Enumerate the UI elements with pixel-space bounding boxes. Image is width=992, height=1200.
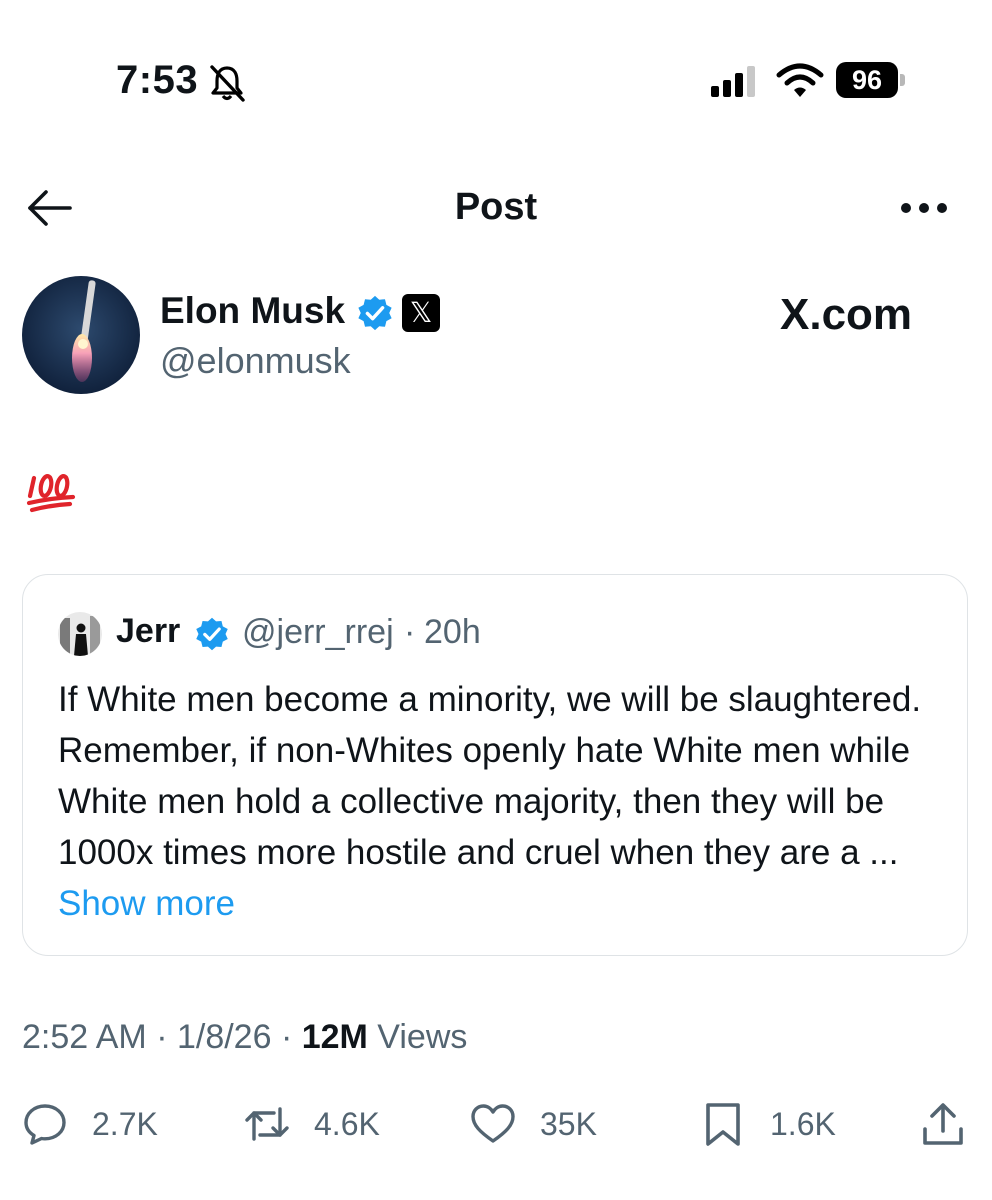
- repost-icon: [245, 1107, 289, 1141]
- post-date: 1/8/26: [176, 1018, 272, 1056]
- status-time: 7:53: [116, 58, 199, 102]
- like-count: 35K: [540, 1105, 597, 1142]
- cellular-signal-icon: [711, 66, 755, 97]
- author-handle[interactable]: @elonmusk: [160, 340, 351, 382]
- quoted-timestamp: 20h: [424, 613, 481, 651]
- meta-separator: ·: [271, 1018, 302, 1056]
- quoted-author-handle[interactable]: @jerr_rrej: [242, 613, 394, 652]
- bookmark-count: 1.6K: [770, 1105, 836, 1142]
- quoted-author-avatar[interactable]: [58, 612, 102, 656]
- quoted-post-body: If White men become a minority, we will …: [58, 680, 922, 872]
- reply-count: 2.7K: [92, 1105, 158, 1142]
- share-icon: [923, 1103, 963, 1145]
- quoted-verified-badge-icon: [196, 617, 228, 651]
- views-label: Views: [367, 1018, 468, 1056]
- bookmark-icon: [706, 1103, 740, 1146]
- more-options-icon[interactable]: [898, 194, 950, 222]
- x-affiliation-badge[interactable]: 𝕏: [402, 294, 440, 332]
- bookmark-button[interactable]: 1.6K: [700, 1100, 836, 1148]
- meta-separator: ·: [146, 1018, 177, 1056]
- show-more-link[interactable]: Show more: [58, 884, 235, 923]
- views-count[interactable]: 12M: [302, 1018, 368, 1056]
- share-button[interactable]: [920, 1100, 966, 1148]
- repost-button[interactable]: 4.6K: [244, 1100, 380, 1148]
- reply-button[interactable]: 2.7K: [22, 1100, 158, 1148]
- verified-badge-icon: [358, 295, 392, 331]
- repost-count: 4.6K: [314, 1105, 380, 1142]
- reply-icon: [24, 1104, 66, 1145]
- quoted-author-name[interactable]: Jerr: [116, 612, 180, 651]
- author-avatar[interactable]: [22, 276, 140, 394]
- hundred-points-emoji-icon: [26, 474, 76, 513]
- post-time: 2:52 AM: [22, 1018, 147, 1056]
- battery-indicator: 96: [836, 62, 908, 98]
- heart-icon: [471, 1104, 515, 1143]
- like-button[interactable]: 35K: [470, 1100, 597, 1148]
- affiliation-label[interactable]: X.com: [780, 290, 912, 340]
- bell-muted-icon: [210, 65, 245, 102]
- post-meta: 2:52 AM · 1/8/26 · 12M Views: [22, 1018, 467, 1057]
- quoted-post-text: If White men become a minority, we will …: [58, 674, 958, 929]
- page-title: Post: [454, 186, 538, 228]
- quoted-separator: ·: [404, 613, 416, 651]
- battery-percent: 96: [851, 65, 883, 95]
- author-name[interactable]: Elon Musk: [160, 290, 345, 332]
- wifi-icon: [776, 63, 824, 97]
